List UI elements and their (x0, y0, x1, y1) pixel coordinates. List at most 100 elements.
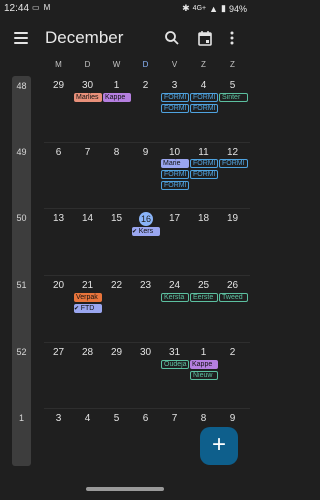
day-cell-date[interactable]: 9 (131, 147, 160, 158)
day-cell-date[interactable]: 26 (218, 280, 247, 291)
day-cell-date[interactable]: 8 (102, 147, 131, 158)
event-chip[interactable]: Kersta (161, 293, 189, 302)
gmail-icon: M (43, 3, 51, 12)
day-cell-date[interactable]: 1 (189, 347, 218, 358)
weekday-header: W (112, 60, 121, 69)
day-cell-date[interactable]: 2 (131, 80, 160, 91)
day-cell-date[interactable]: 7 (160, 413, 189, 424)
day-cell-date[interactable]: 27 (44, 347, 73, 358)
task-icon: ✔ (132, 229, 139, 235)
event-chip[interactable]: FORMI (161, 93, 189, 102)
row-divider (44, 275, 250, 276)
day-cell-date[interactable]: 31 (160, 347, 189, 358)
week-number: 1 (18, 413, 24, 423)
status-left-icons: ▭ M (32, 3, 50, 12)
day-cell-date[interactable]: 5 (102, 413, 131, 424)
day-cell-date[interactable]: 9 (218, 413, 247, 424)
row-divider (44, 208, 250, 209)
day-cell-date[interactable]: 23 (131, 280, 160, 291)
battery-icon: ▮ (221, 3, 226, 13)
day-cell-date[interactable]: 22 (102, 280, 131, 291)
week-number: 51 (16, 280, 27, 290)
weekday-header-today: D (142, 60, 149, 69)
day-cell-date[interactable]: 6 (131, 413, 160, 424)
event-chip[interactable]: Oudeja (161, 360, 189, 369)
day-cell-date[interactable]: 4 (189, 80, 218, 91)
event-chip-label: Kers (138, 228, 154, 235)
day-cell-date[interactable]: 17 (160, 213, 189, 224)
weekday-header: Z (201, 60, 206, 69)
create-event-button[interactable]: + (200, 427, 238, 465)
week-number: 50 (16, 213, 27, 223)
day-cell-date[interactable]: 8 (189, 413, 218, 424)
day-cell-date[interactable]: 25 (189, 280, 218, 291)
day-cell-date[interactable]: 13 (44, 213, 73, 224)
row-divider (44, 142, 250, 143)
event-chip[interactable]: Verpak (74, 293, 102, 302)
row-divider (44, 408, 250, 409)
today-date[interactable]: 16 (139, 212, 153, 226)
day-cell-date[interactable]: 29 (102, 347, 131, 358)
day-cell-date[interactable]: 19 (218, 213, 247, 224)
calendar-today-icon[interactable] (197, 30, 213, 46)
day-cell-date[interactable]: 6 (44, 147, 73, 158)
day-cell-date[interactable]: 28 (73, 347, 102, 358)
month-title[interactable]: December (45, 28, 123, 48)
weekday-header: Z (230, 60, 235, 69)
event-chip-label: FTD (80, 305, 95, 312)
event-chip[interactable]: Nieuw (190, 371, 218, 380)
day-cell-date[interactable]: 15 (102, 213, 131, 224)
event-chip[interactable]: ✔ FTD (74, 304, 102, 313)
day-cell-date[interactable]: 3 (160, 80, 189, 91)
menu-icon[interactable] (14, 32, 28, 44)
day-cell-date[interactable]: 3 (44, 413, 73, 424)
home-gesture-handle[interactable] (86, 487, 164, 491)
event-chip[interactable]: FORMI (190, 104, 218, 113)
event-chip[interactable]: Eerste (190, 293, 218, 302)
event-chip[interactable]: Marie (161, 159, 189, 168)
day-cell-date[interactable]: 18 (189, 213, 218, 224)
week-number: 49 (16, 147, 27, 157)
event-chip[interactable]: Tweed (219, 293, 248, 302)
week-number: 48 (16, 81, 27, 91)
row-divider (44, 342, 250, 343)
weekday-header: M (55, 60, 62, 69)
event-chip[interactable]: FORMI (190, 159, 218, 168)
day-cell-date[interactable]: 12 (218, 147, 247, 158)
day-cell-date[interactable]: 11 (189, 147, 218, 158)
day-cell-date[interactable]: 7 (73, 147, 102, 158)
status-bar: 12:44 ▭ M ✱ 4G+ ▲ ▮ 94% (0, 0, 250, 18)
event-chip[interactable]: FORMI (219, 159, 248, 168)
event-chip[interactable]: FORMI (161, 104, 189, 113)
event-chip[interactable]: FORMI (161, 181, 189, 190)
day-cell-date[interactable]: 1 (102, 80, 131, 91)
day-cell-date[interactable]: 24 (160, 280, 189, 291)
event-chip[interactable]: Marlies (74, 93, 102, 102)
day-cell-date[interactable]: 4 (73, 413, 102, 424)
app-bar: December (0, 18, 250, 58)
network-label: 4G+ (192, 5, 207, 12)
day-cell-date[interactable]: 30 (131, 347, 160, 358)
day-cell-date[interactable]: 29 (44, 80, 73, 91)
event-chip[interactable]: FORMI (190, 93, 218, 102)
week-number-column (12, 76, 31, 466)
event-chip[interactable]: FORMI (190, 170, 218, 179)
signal-icon: ▲ (209, 3, 219, 14)
battery-percent: 94% (228, 3, 247, 14)
day-cell-date[interactable]: 20 (44, 280, 73, 291)
event-chip[interactable]: ✔ Kers (132, 227, 160, 236)
task-icon: ✔ (74, 306, 81, 312)
event-chip[interactable]: Kappe (190, 360, 218, 369)
event-chip[interactable]: Kappe (103, 93, 131, 102)
day-cell-date[interactable]: 14 (73, 213, 102, 224)
bluetooth-icon: ✱ (182, 3, 190, 13)
day-cell-date[interactable]: 5 (218, 80, 247, 91)
more-vert-icon[interactable] (229, 30, 235, 46)
event-chip[interactable]: FORMI (161, 170, 189, 179)
event-chip[interactable]: Sinter (219, 93, 248, 102)
search-icon[interactable] (164, 30, 180, 46)
day-cell-date[interactable]: 30 (73, 80, 102, 91)
day-cell-date[interactable]: 21 (73, 280, 102, 291)
day-cell-date[interactable]: 2 (218, 347, 247, 358)
day-cell-date[interactable]: 10 (160, 147, 189, 158)
